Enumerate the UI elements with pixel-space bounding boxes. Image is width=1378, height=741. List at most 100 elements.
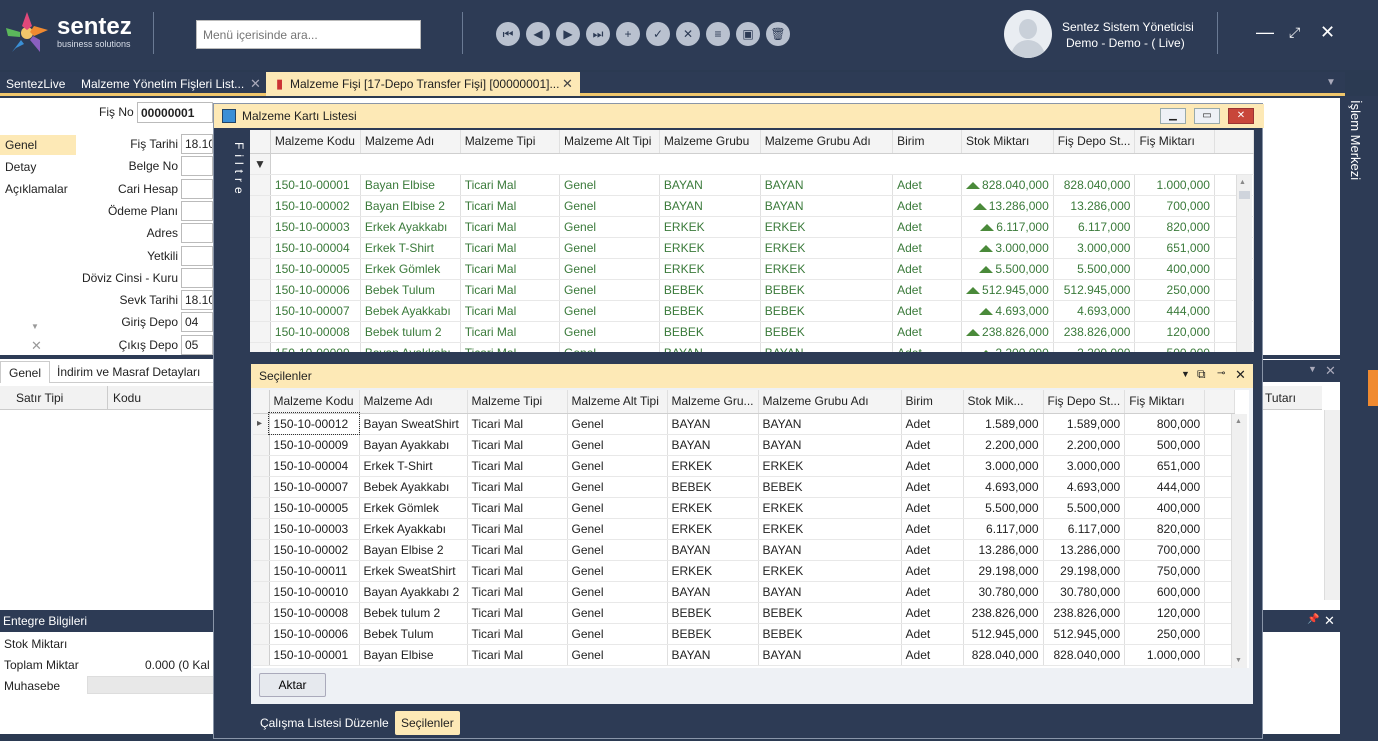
tab-secilenler[interactable]: Seçilenler <box>395 711 460 735</box>
table-row[interactable]: 150-10-00002 Bayan Elbise 2 Ticari Mal Gene… <box>253 539 1236 561</box>
card-icon[interactable]: ▣ <box>736 22 760 46</box>
table-row[interactable]: ▸ 150-10-00012 Bayan SweatShirt Ticari Mal G… <box>253 412 1236 435</box>
field-input[interactable]: 04 <box>181 312 213 333</box>
table-row[interactable]: 150-10-00009Bayan AyakkabıTicari MalGene… <box>253 434 1236 456</box>
column-header[interactable]: Malzeme Grubu Adı <box>760 130 894 154</box>
table-row[interactable]: 150-10-00005 Erkek Gömlek Ticari Mal Genel E… <box>250 258 1254 280</box>
table-row[interactable]: 150-10-00006 Bebek Tulum Ticari Mal Genel BE… <box>253 623 1236 645</box>
table-row[interactable]: 150-10-00009Bayan AyakkabıTicari MalGene… <box>250 342 1254 352</box>
sidebar-marker[interactable] <box>1368 370 1378 406</box>
column-header[interactable]: Fiş Miktarı <box>1124 390 1206 414</box>
field-input[interactable] <box>181 245 213 266</box>
column-header[interactable]: Malzeme Gru... <box>667 390 759 414</box>
scrollbar[interactable]: ▲ ▼ <box>1231 414 1247 668</box>
column-header[interactable]: Stok Miktarı <box>961 130 1054 154</box>
column-header[interactable]: Fiş Depo St... <box>1043 390 1126 414</box>
table-row[interactable]: 150-10-00003 Erkek Ayakkabı Ticari Mal Gene… <box>253 518 1236 540</box>
field-input[interactable] <box>181 200 213 221</box>
float-icon[interactable]: ⧉ <box>1197 367 1206 382</box>
col-tutari[interactable]: Tutarı <box>1262 386 1322 410</box>
aktar-button[interactable]: Aktar <box>259 673 326 697</box>
fis-no-field[interactable]: 00000001 <box>137 102 213 123</box>
close-icon[interactable]: ✕ <box>1324 613 1335 629</box>
tab-malzeme-fisi[interactable]: ▮ Malzeme Fişi [17-Depo Transfer Fişi] [… <box>266 72 580 96</box>
close-tab-icon[interactable]: ✕ <box>562 76 573 92</box>
column-header[interactable]: Malzeme Tipi <box>467 390 568 414</box>
column-header[interactable]: Malzeme Adı <box>359 390 468 414</box>
field-input[interactable] <box>181 156 213 177</box>
tab-sentezlive[interactable]: SentezLive <box>6 77 65 91</box>
minimize-icon[interactable]: ▁ <box>1160 108 1186 124</box>
play-icon[interactable]: ▶ <box>556 22 580 46</box>
column-header[interactable]: Malzeme Kodu <box>269 390 360 414</box>
minimize-icon[interactable]: — <box>1256 22 1274 42</box>
chevron-down-icon[interactable]: ▼ <box>1308 364 1317 374</box>
islem-merkezi-label[interactable]: İşlem Merkezi <box>1348 100 1363 180</box>
table-row[interactable]: 150-10-00003 Erkek Ayakkabı Ticari Mal Gene… <box>250 216 1254 238</box>
chevron-down-icon[interactable]: ▼ <box>1326 77 1336 88</box>
column-header[interactable]: Fiş Miktarı <box>1134 130 1215 154</box>
column-header[interactable]: Birim <box>892 130 963 154</box>
prev-icon[interactable]: ◀ <box>526 22 550 46</box>
avatar[interactable] <box>1004 10 1052 58</box>
add-icon[interactable]: + <box>616 22 640 46</box>
table-row[interactable]: 150-10-00002 Bayan Elbise 2 Ticari Mal Gene… <box>250 195 1254 217</box>
last-icon[interactable]: ⏭ <box>586 22 610 46</box>
table-row[interactable]: 150-10-00008 Bebek tulum 2 Ticari Mal Genel… <box>253 602 1236 624</box>
table-row[interactable]: 150-10-00007 Bebek Ayakkabı Ticari Mal Gene… <box>253 476 1236 498</box>
tab-calisma-listesi[interactable]: Çalışma Listesi Düzenle <box>254 711 395 735</box>
maximize-icon[interactable]: ▭ <box>1194 108 1220 124</box>
table-row[interactable]: 150-10-00008 Bebek tulum 2 Ticari Mal Genel… <box>250 321 1254 343</box>
first-icon[interactable]: ⏮ <box>496 22 520 46</box>
close-icon[interactable]: ✕ <box>1320 22 1335 42</box>
check-icon[interactable]: ✓ <box>646 22 670 46</box>
table-row[interactable]: 150-10-00005 Erkek Gömlek Ticari Mal Genel E… <box>253 497 1236 519</box>
column-header[interactable]: Stok Mik... <box>963 390 1044 414</box>
scrollbar[interactable] <box>1324 410 1340 600</box>
field-input[interactable]: 05 <box>181 334 213 355</box>
trash-icon[interactable]: 🗑 <box>766 22 790 46</box>
tab-indirim-masraf[interactable]: İndirim ve Masraf Detayları <box>57 365 200 379</box>
tab-malzeme-yonetim[interactable]: Malzeme Yönetim Fişleri List... <box>81 77 244 91</box>
column-header[interactable]: Malzeme Tipi <box>460 130 561 154</box>
restore-icon[interactable]: ⤢ <box>1289 22 1300 42</box>
col-kodu[interactable]: Kodu <box>113 391 141 405</box>
cancel-icon[interactable]: ✕ <box>676 22 700 46</box>
chevron-down-icon[interactable]: ▼ <box>1181 369 1190 379</box>
list-icon[interactable]: ≡ <box>706 22 730 46</box>
table-row[interactable]: 150-10-00001 Bayan Elbise Ticari Mal Genel B… <box>250 174 1254 196</box>
pin-icon[interactable]: ⊸ <box>1217 368 1225 379</box>
table-row[interactable]: 150-10-00007 Bebek Ayakkabı Ticari Mal Gene… <box>250 300 1254 322</box>
column-header[interactable]: Birim <box>901 390 964 414</box>
field-input[interactable]: 18.10 <box>181 290 213 311</box>
table-row[interactable]: 150-10-00011 Erkek SweatShirt Ticari Mal Ge… <box>253 560 1236 582</box>
pin-icon[interactable]: 📌 <box>1307 614 1319 625</box>
filter-panel[interactable]: Filtre <box>222 132 246 352</box>
table-row[interactable]: 150-10-00006 Bebek Tulum Ticari Mal Genel BE… <box>250 279 1254 301</box>
field-input[interactable] <box>181 223 213 244</box>
col-satir-tipi[interactable]: Satır Tipi <box>16 391 63 405</box>
tab-detail-genel[interactable]: Genel <box>0 361 51 383</box>
column-header[interactable]: Malzeme Kodu <box>270 130 361 154</box>
column-header[interactable]: Malzeme Alt Tipi <box>567 390 668 414</box>
field-input[interactable] <box>181 267 213 288</box>
close-tab-icon[interactable]: ✕ <box>250 76 261 92</box>
field-input[interactable]: 18.10 <box>181 134 213 154</box>
table-row[interactable]: 150-10-00004 Erkek T-Shirt Ticari Mal Genel… <box>250 237 1254 259</box>
close-icon[interactable]: ✕ <box>1325 363 1336 379</box>
scrollbar[interactable]: ▲ <box>1236 175 1252 352</box>
column-header[interactable]: Malzeme Grubu <box>659 130 761 154</box>
column-header[interactable]: Malzeme Adı <box>360 130 461 154</box>
field-input[interactable] <box>181 178 213 199</box>
table-row[interactable]: 150-10-00001 Bayan Elbise Ticari Mal Genel B… <box>253 644 1236 666</box>
detail-grid-body[interactable] <box>0 410 215 600</box>
chevron-down-icon[interactable]: ▼ <box>31 322 39 331</box>
column-header[interactable]: Malzeme Alt Tipi <box>559 130 660 154</box>
table-row[interactable]: 150-10-00004 Erkek T-Shirt Ticari Mal Genel… <box>253 455 1236 477</box>
close-icon[interactable]: ✕ <box>1235 367 1246 383</box>
table-row[interactable]: 150-10-00010 Bayan Ayakkabı 2 Ticari Mal Ge… <box>253 581 1236 603</box>
column-header[interactable]: Fiş Depo St... <box>1053 130 1136 154</box>
column-header[interactable]: Malzeme Grubu Adı <box>758 390 902 414</box>
close-icon[interactable]: ✕ <box>31 338 42 354</box>
islem-merkezi-sidebar[interactable] <box>1340 96 1378 741</box>
